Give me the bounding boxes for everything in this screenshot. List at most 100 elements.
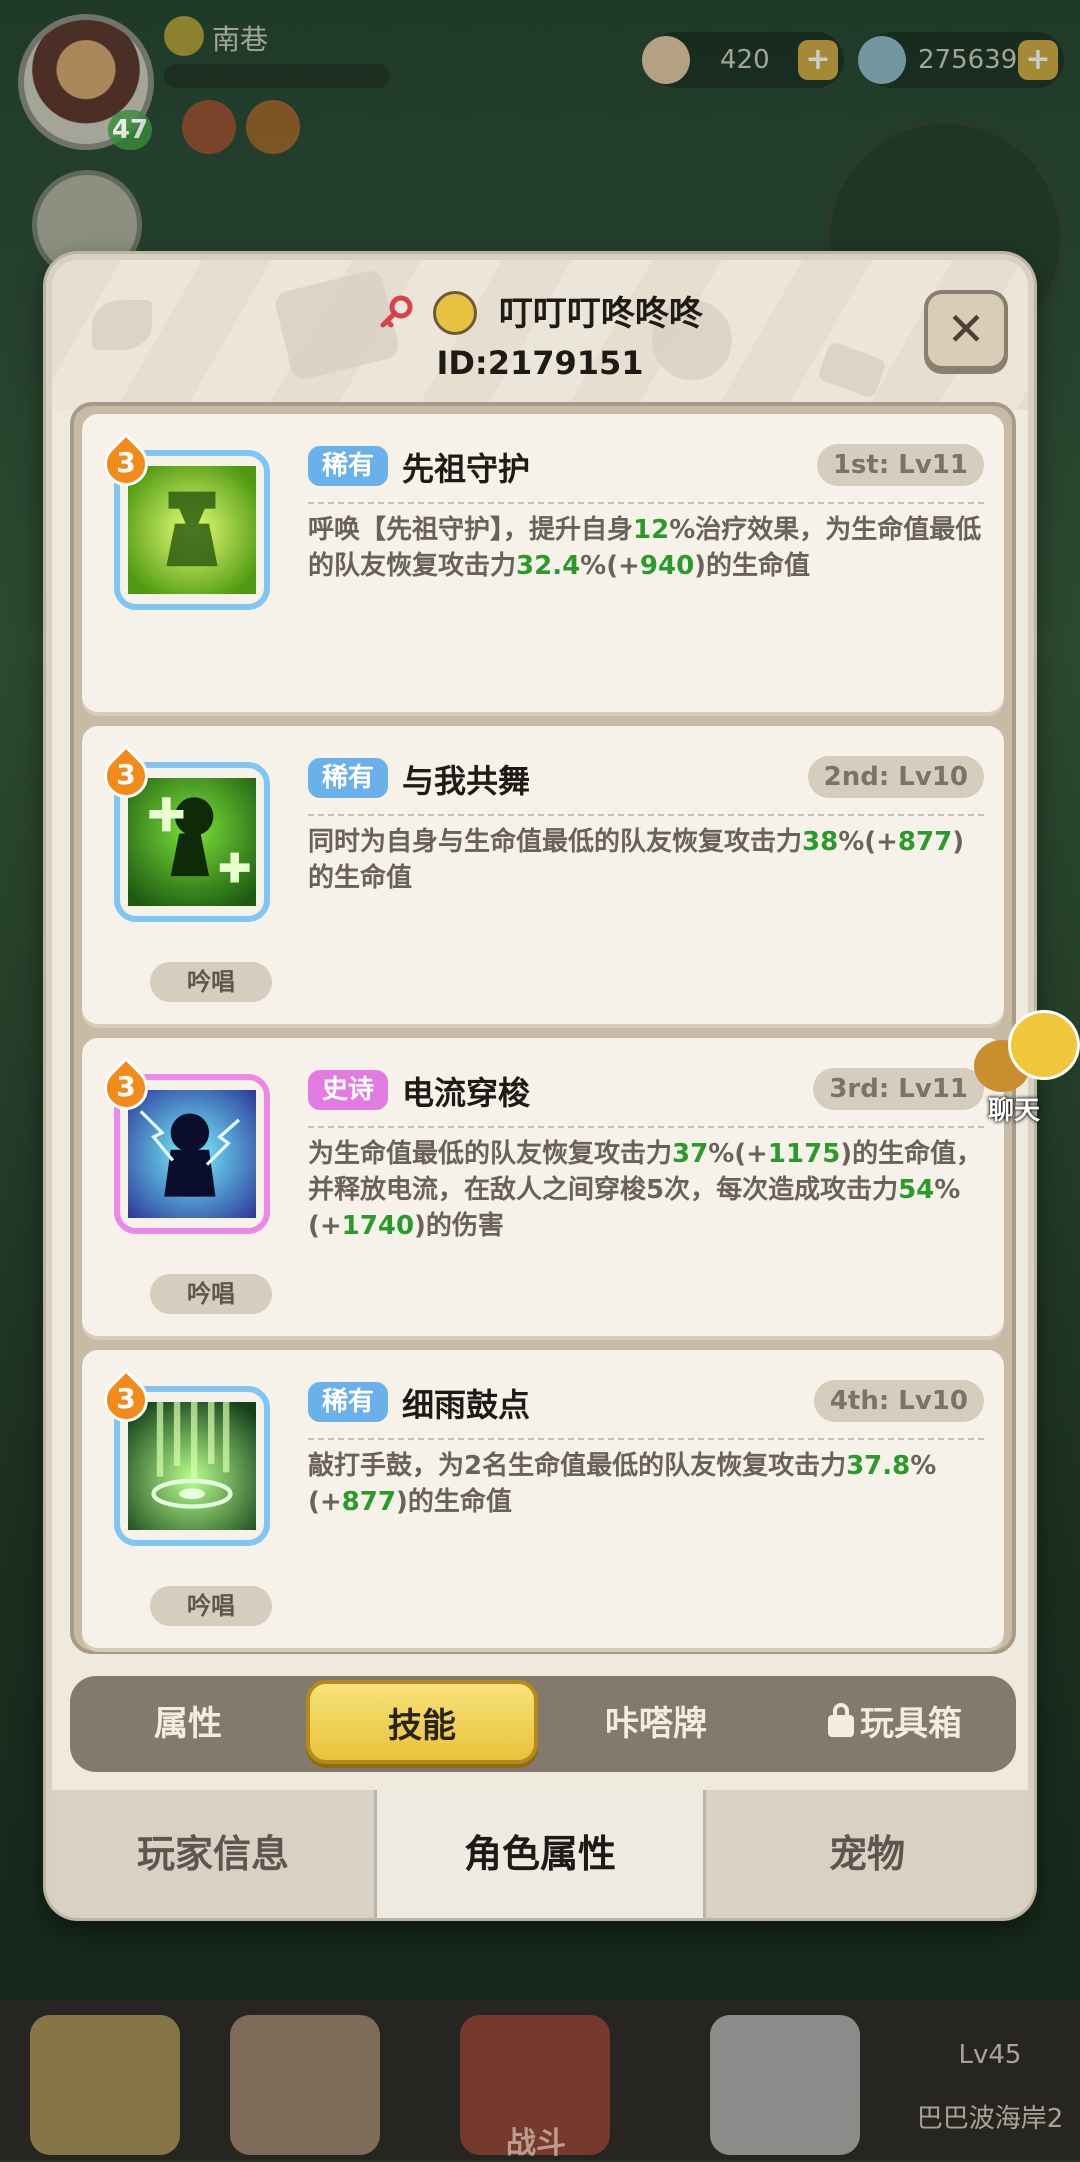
divider: [308, 502, 984, 504]
desc-value: 37: [672, 1139, 709, 1169]
stone-icon: [858, 36, 906, 84]
segment-skills[interactable]: 技能: [306, 1680, 538, 1764]
rarity-badge: 稀有: [308, 446, 389, 486]
desc-value: 940: [639, 551, 695, 581]
chat-button[interactable]: 聊天: [974, 1010, 1080, 1130]
locked-level: Lv45: [958, 2040, 1022, 2070]
chant-tag: 吟唱: [150, 962, 272, 1002]
skill-name: 细雨鼓点: [402, 1386, 531, 1424]
desc-value: 32.4: [516, 551, 581, 581]
coin-icon[interactable]: [246, 100, 300, 154]
desc-value: 54: [898, 1175, 935, 1205]
desc-value: 12: [633, 515, 670, 545]
divider: [308, 814, 984, 816]
skill-description: 呼唤【先祖守护】，提升自身12%治疗效果，为生命值最低的队友恢复攻击力32.4%…: [308, 512, 984, 584]
close-button[interactable]: ✕: [924, 290, 1008, 370]
divider: [308, 1126, 984, 1128]
player-emblem-icon: [164, 16, 204, 56]
skill-star-level: 3: [94, 432, 158, 496]
desc-text: 同时为自身与生命值最低的队友恢复攻击力: [308, 827, 803, 857]
desc-text: %(+: [708, 1139, 768, 1169]
currency-gems: 420 +: [642, 32, 844, 88]
add-coins-button[interactable]: +: [1018, 40, 1058, 80]
skill-description: 同时为自身与生命值最低的队友恢复攻击力38%(+877)的生命值: [308, 824, 984, 896]
skill-slot-badge: 4th: Lv10: [813, 1380, 984, 1422]
desc-text: 敲打手鼓，为2名生命值最低的队友恢复攻击力: [308, 1451, 847, 1481]
chant-tag: 吟唱: [150, 1274, 272, 1314]
currency-coins-value: 275639: [918, 45, 1018, 75]
skill-slot-badge: 1st: Lv11: [816, 444, 984, 486]
desc-text: 为生命值最低的队友恢复攻击力: [308, 1139, 673, 1169]
tab-character-attributes[interactable]: 角色属性: [377, 1790, 703, 1918]
currency-gems-value: 420: [720, 45, 770, 75]
rarity-badge: 稀有: [308, 758, 389, 798]
header-decoration: [52, 260, 1028, 410]
tab-pets[interactable]: 宠物: [706, 1790, 1028, 1918]
bottom-tabs: 玩家信息 角色属性 宠物: [52, 1790, 1028, 1918]
skill-card[interactable]: 3 史诗 电流穿梭 3rd: Lv11 为生命值最低的队友恢复攻击力37%(+1175)…: [82, 1038, 1004, 1336]
skill-slot-badge: 3rd: Lv11: [813, 1068, 984, 1110]
desc-text: 呼唤【先祖守护】，提升自身: [308, 515, 634, 545]
detail-segment-control: 属性 技能 咔嗒牌 玩具箱: [70, 1676, 1016, 1772]
desc-value: 877: [897, 827, 953, 857]
skill-name: 与我共舞: [402, 762, 531, 800]
divider: [308, 1438, 984, 1440]
game-hud: 47 南巷 420 + 275639 +: [0, 0, 1080, 360]
desc-text: %(+: [838, 827, 898, 857]
tab-player-info[interactable]: 玩家信息: [52, 1790, 374, 1918]
rarity-badge: 稀有: [308, 1382, 389, 1422]
desc-text: )的生命值: [694, 551, 811, 581]
skill-star-level: 3: [94, 1368, 158, 1432]
guild-emblem-icon: [433, 291, 477, 335]
player-level-badge: 47: [108, 110, 152, 150]
skill-star-number: 3: [116, 758, 136, 791]
skill-name: 电流穿梭: [402, 1074, 531, 1112]
player-info-modal: 叮叮叮咚咚咚 ID:2179151 ✕ 3 稀有 先祖守护 1st: Lv11 呼唤【先…: [46, 254, 1034, 1918]
segment-toybox-label: 玩具箱: [860, 1704, 962, 1744]
currency-coins: 275639 +: [858, 32, 1064, 88]
segment-attributes[interactable]: 属性: [70, 1676, 306, 1772]
skill-list: 3 稀有 先祖守护 1st: Lv11 呼唤【先祖守护】，提升自身12%治疗效果，为生命…: [70, 402, 1016, 1654]
desc-text: )的伤害: [414, 1211, 504, 1241]
skill-description: 敲打手鼓，为2名生命值最低的队友恢复攻击力37.8%(+877)的生命值: [308, 1448, 984, 1520]
skill-star-level: 3: [94, 744, 158, 808]
modal-title: 叮叮叮咚咚咚: [52, 286, 1028, 335]
badge-icon[interactable]: [182, 100, 236, 154]
nav-locked-stage[interactable]: Lv45 巴巴波海岸2: [900, 2040, 1080, 2135]
player-name: 南巷: [212, 23, 269, 56]
desc-value: 1740: [341, 1211, 415, 1241]
nav-battle-label: 战斗: [506, 2126, 566, 2161]
skill-slot-badge: 2nd: Lv10: [807, 756, 984, 798]
xp-bar: [164, 64, 390, 88]
skill-card[interactable]: 3 稀有 与我共舞 2nd: Lv10 同时为自身与生命值最低的队友恢复攻击力38%(+…: [82, 726, 1004, 1024]
desc-text: )的生命值: [395, 1487, 512, 1517]
skill-description: 为生命值最低的队友恢复攻击力37%(+1175)的生命值，并释放电流，在敌人之间…: [308, 1136, 984, 1244]
desc-value: 877: [341, 1487, 396, 1517]
nav-pet-icon[interactable]: [710, 2015, 860, 2155]
nav-hero-1-icon[interactable]: [30, 2015, 180, 2155]
desc-value: 37.8: [846, 1451, 911, 1481]
rarity-badge: 史诗: [308, 1070, 389, 1110]
lock-icon: [828, 1703, 854, 1737]
key-icon: [377, 295, 413, 331]
segment-toybox[interactable]: 玩具箱: [774, 1676, 1016, 1772]
chant-tag: 吟唱: [150, 1586, 272, 1626]
desc-value: 1175: [767, 1139, 841, 1169]
shell-icon: [642, 36, 690, 84]
chat-bubble-icon: [1008, 1010, 1080, 1080]
skill-name: 先祖守护: [402, 450, 531, 488]
skill-card[interactable]: 3 稀有 细雨鼓点 4th: Lv10 敲打手鼓，为2名生命值最低的队友恢复攻击力37.…: [82, 1350, 1004, 1648]
chat-label: 聊天: [988, 1096, 1041, 1126]
desc-text: %(+: [580, 551, 640, 581]
skill-card[interactable]: 3 稀有 先祖守护 1st: Lv11 呼唤【先祖守护】，提升自身12%治疗效果，为生命…: [82, 414, 1004, 712]
segment-cards[interactable]: 咔嗒牌: [538, 1676, 774, 1772]
skill-star-number: 3: [116, 446, 136, 479]
skill-star-number: 3: [116, 1070, 136, 1103]
modal-player-name: 叮叮叮咚咚咚: [498, 294, 703, 334]
desc-value: 38: [802, 827, 839, 857]
locked-stage-name: 巴巴波海岸2: [916, 2104, 1064, 2134]
nav-hero-2-icon[interactable]: [230, 2015, 380, 2155]
add-gems-button[interactable]: +: [798, 40, 838, 80]
player-id: ID:2179151: [436, 344, 644, 382]
skill-star-number: 3: [116, 1382, 136, 1415]
